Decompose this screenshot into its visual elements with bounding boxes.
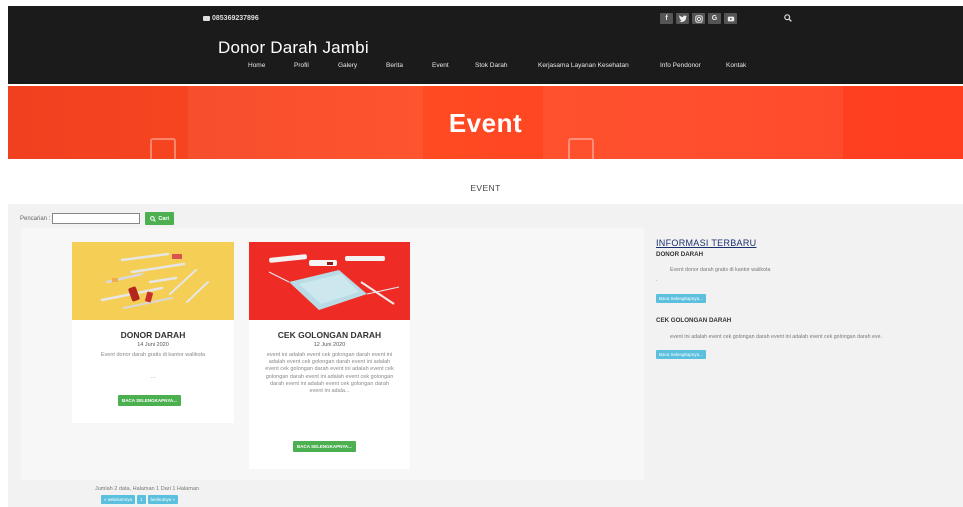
- sidebar-read-more-button[interactable]: Baca Selengkapnya...: [656, 294, 706, 303]
- read-more-button[interactable]: BACA SELENGKAPNYA...: [293, 441, 356, 452]
- sidebar-item-title[interactable]: DONOR DARAH: [656, 251, 946, 258]
- pagination-prev-button[interactable]: « sebelumnya: [101, 495, 136, 504]
- search-input[interactable]: [52, 213, 141, 224]
- phone-contact[interactable]: 085369237896: [203, 15, 259, 22]
- main-nav: Home Profil Galery Berita Event Stok Dar…: [8, 62, 963, 78]
- clipboard-decoration: [150, 138, 176, 159]
- sidebar-item-description: event ini adalah event cek golongan dara…: [670, 334, 883, 340]
- sidebar-item-title[interactable]: CEK GOLONGAN DARAH: [656, 317, 946, 324]
- sidebar-read-more-button[interactable]: Baca Selengkapnya...: [656, 350, 706, 359]
- sidebar-item-dot: .: [656, 277, 658, 283]
- hero-banner: Event: [8, 86, 963, 159]
- sidebar-heading: INFORMASI TERBARU: [656, 238, 757, 248]
- event-description: Event donor darah gratis di kantor walik…: [100, 352, 206, 358]
- event-image[interactable]: [72, 242, 234, 320]
- search-icon: [150, 215, 157, 222]
- facebook-icon[interactable]: f: [660, 13, 673, 24]
- event-title[interactable]: CEK GOLONGAN DARAH: [249, 330, 410, 340]
- twitter-icon[interactable]: [676, 13, 689, 24]
- nav-info-pendonor[interactable]: Info Pendonor: [660, 62, 701, 69]
- nav-kerjasama[interactable]: Kerjasama Layanan Kesehatan: [538, 62, 629, 69]
- nav-berita[interactable]: Berita: [386, 62, 403, 69]
- search-icon[interactable]: [784, 14, 792, 22]
- event-title[interactable]: DONOR DARAH: [72, 330, 234, 340]
- pagination-page-button[interactable]: 1: [137, 495, 146, 504]
- event-description: event ini adalah event cek golongan dara…: [265, 352, 394, 395]
- google-icon[interactable]: G: [708, 13, 721, 24]
- instagram-icon[interactable]: [692, 13, 705, 24]
- nav-galery[interactable]: Galery: [338, 62, 357, 69]
- search-button[interactable]: Cari: [145, 212, 175, 225]
- pagination-info: Jumlah 2 data, Halaman 1 Dari 1 Halaman: [95, 486, 199, 492]
- pagination-next-button[interactable]: berikutnya »: [147, 495, 179, 504]
- nav-profil[interactable]: Profil: [294, 62, 309, 69]
- pagination: « sebelumnya 1 berikutnya »: [101, 495, 179, 504]
- nav-stok-darah[interactable]: Stok Darah: [475, 62, 508, 69]
- phone-number: 085369237896: [212, 15, 259, 22]
- hero-title: Event: [448, 108, 523, 138]
- search-label: Pencarian :: [20, 215, 51, 222]
- event-date: 14 Juni 2020: [137, 342, 169, 348]
- site-brand[interactable]: Donor Darah Jambi: [218, 38, 369, 58]
- event-image[interactable]: [249, 242, 410, 320]
- sidebar-item-description: Event donor darah gratis di kantor walik…: [670, 267, 771, 273]
- header: 085369237896 f G Donor Darah Jambi Home …: [8, 6, 963, 84]
- section-title: EVENT: [470, 183, 501, 193]
- event-card: DONOR DARAH 14 Juni 2020 Event donor dar…: [72, 242, 234, 423]
- clipboard-decoration: [568, 138, 594, 159]
- nav-home[interactable]: Home: [248, 62, 265, 69]
- phone-icon: [203, 16, 210, 21]
- event-date: 12 Juni 2020: [313, 342, 346, 348]
- nav-event[interactable]: Event: [432, 62, 449, 69]
- event-list: DONOR DARAH 14 Juni 2020 Event donor dar…: [21, 228, 644, 480]
- search-bar: Pencarian : Cari: [20, 212, 175, 225]
- social-links: f G: [660, 13, 737, 24]
- nav-kontak[interactable]: Kontak: [726, 62, 746, 69]
- event-card: CEK GOLONGAN DARAH 12 Juni 2020 event in…: [249, 242, 410, 469]
- event-ellipsis: ...: [150, 374, 156, 380]
- syringes-image: [100, 252, 209, 309]
- latest-info-sidebar: INFORMASI TERBARU DONOR DARAH Event dono…: [656, 238, 946, 361]
- youtube-icon[interactable]: [724, 13, 737, 24]
- page: 085369237896 f G Donor Darah Jambi Home …: [8, 6, 963, 507]
- mask-and-blood-sample-image: [268, 254, 400, 310]
- read-more-button[interactable]: BACA SELENGKAPNYA...: [118, 395, 181, 406]
